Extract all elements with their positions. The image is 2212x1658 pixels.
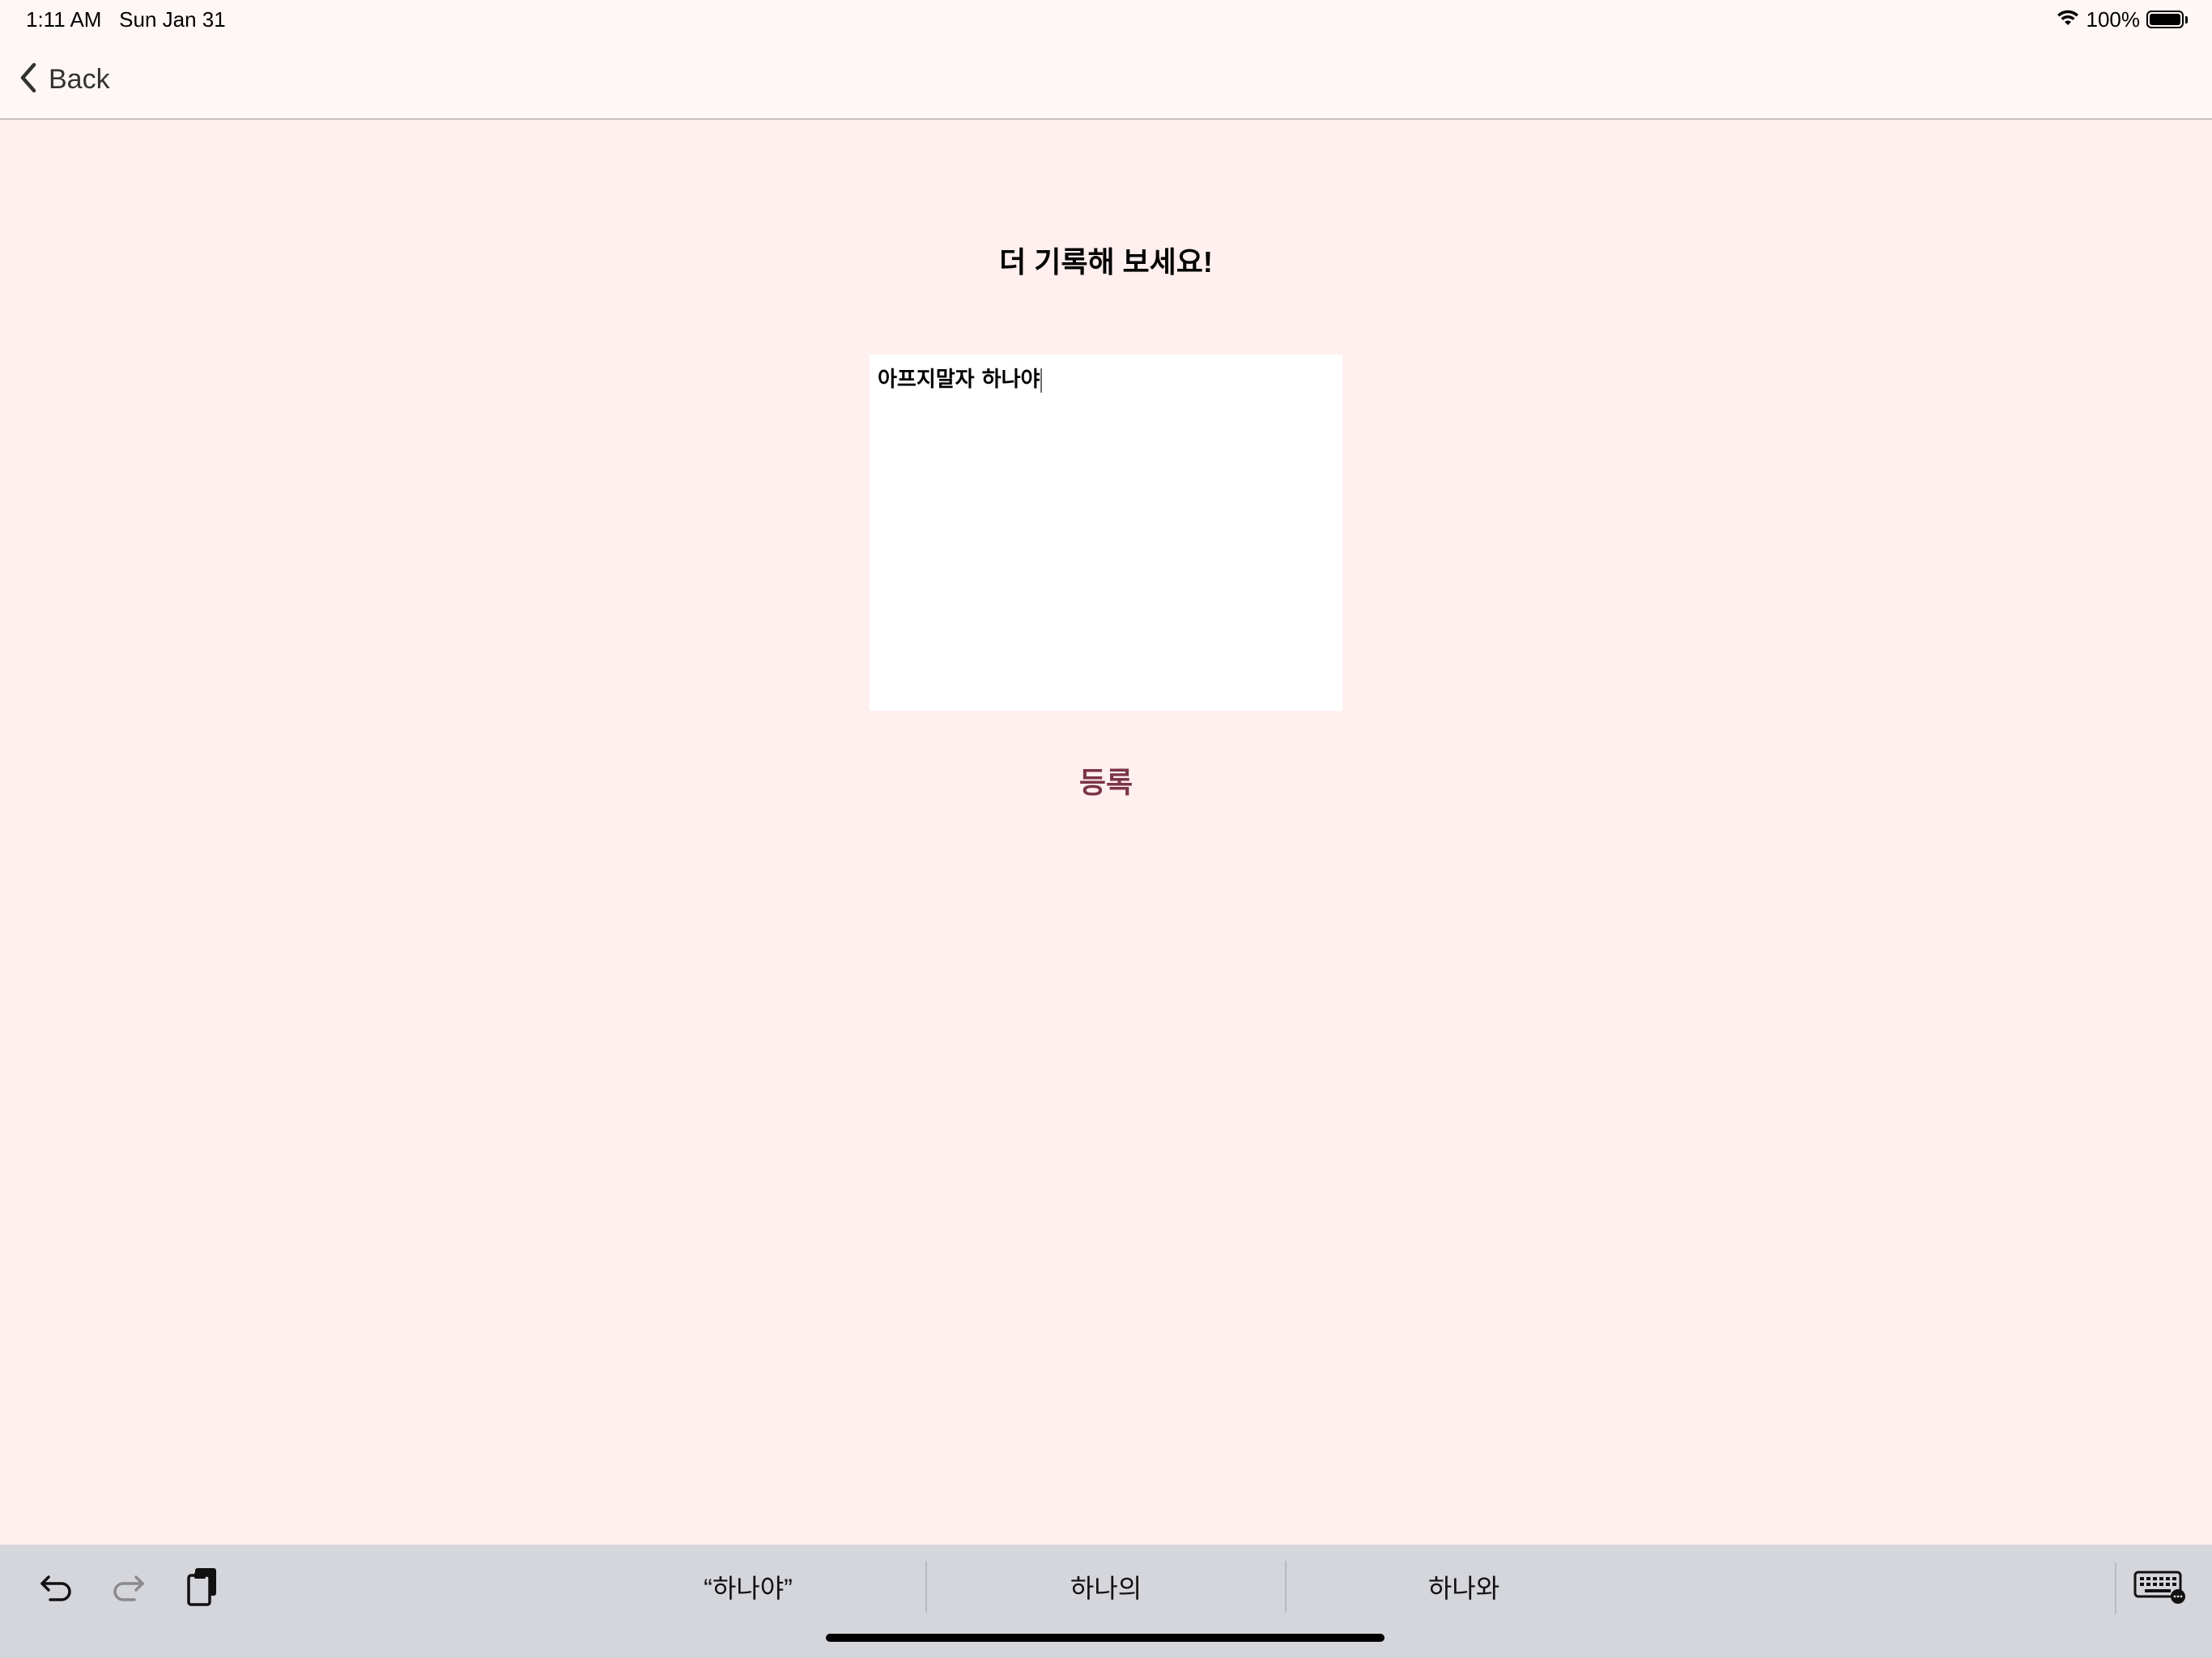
status-time: 1:11 AM <box>26 7 102 32</box>
back-button[interactable]: Back <box>18 57 110 102</box>
back-label: Back <box>49 63 110 95</box>
paste-button[interactable] <box>177 1562 228 1614</box>
battery-full-icon <box>2146 11 2184 28</box>
keyboard-dismiss-button[interactable] <box>2131 1562 2189 1614</box>
battery-percentage: 100% <box>2086 6 2141 32</box>
suggestion-1[interactable]: “하나야” <box>570 1562 926 1614</box>
undo-button[interactable] <box>31 1562 83 1614</box>
status-bar-right: 100% <box>2056 5 2188 34</box>
keyboard-icon <box>2133 1569 2187 1609</box>
page-title: 더 기록해 보세요! <box>999 245 1213 278</box>
submit-button[interactable]: 등록 <box>1025 761 1187 805</box>
keyboard-shortcut-bar: “하나야” 하나의 하나와 <box>0 1545 2212 1658</box>
paste-icon <box>185 1566 220 1612</box>
status-bar-datetime: 1:11 AM Sun Jan 31 <box>26 6 226 32</box>
wifi-icon <box>2056 8 2080 32</box>
suggestion-divider <box>925 1561 927 1613</box>
chevron-left-icon <box>18 62 39 98</box>
status-date: Sun Jan 31 <box>119 7 226 32</box>
top-bar: 1:11 AM Sun Jan 31 100% Back <box>0 0 2212 120</box>
suggestion-2[interactable]: 하나의 <box>928 1562 1284 1614</box>
keyboard-divider <box>2115 1562 2116 1614</box>
undo-icon <box>39 1571 74 1607</box>
text-cursor <box>1040 368 1043 393</box>
battery-cap <box>2185 15 2188 23</box>
suggestion-3[interactable]: 하나와 <box>1286 1562 1642 1614</box>
redo-icon <box>110 1571 146 1607</box>
home-indicator <box>826 1634 1385 1642</box>
memo-text: 아프지말자 하나야 <box>878 368 1040 392</box>
memo-text-area[interactable]: 아프지말자 하나야 <box>870 355 1342 711</box>
redo-button[interactable] <box>102 1562 154 1614</box>
